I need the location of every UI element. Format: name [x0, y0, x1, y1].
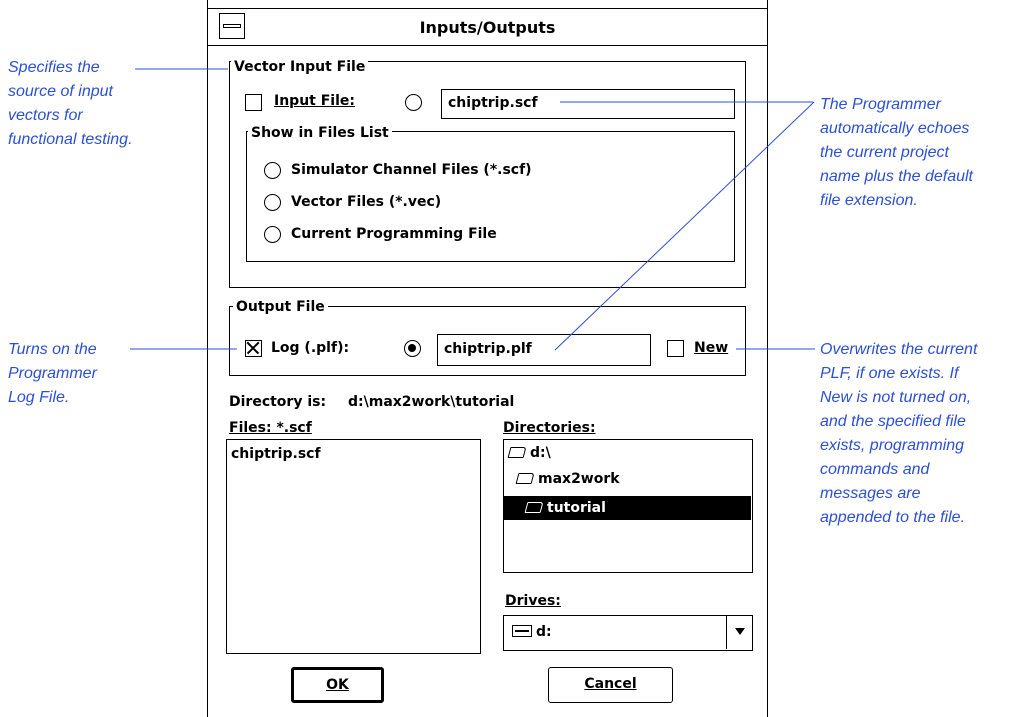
inputs-outputs-dialog: Inputs/Outputs Vector Input File Input F…	[207, 0, 768, 717]
directories-listbox[interactable]: d:\ max2work tutorial	[503, 439, 753, 573]
input-file-label: Input File:	[274, 93, 355, 109]
input-file-radio[interactable]	[405, 94, 422, 111]
show-in-files-label: Show in Files List	[248, 124, 392, 142]
dialog-title: Inputs/Outputs	[419, 18, 556, 37]
open-folder-icon	[507, 447, 527, 458]
drives-label: Drives:	[505, 593, 561, 609]
input-file-field[interactable]: chiptrip.scf	[441, 89, 735, 119]
directory-value: d:\max2work\tutorial	[348, 394, 515, 410]
option-vec-label: Vector Files (*.vec)	[291, 194, 442, 210]
option-programming-radio[interactable]	[264, 226, 281, 243]
option-scf-label: Simulator Channel Files (*.scf)	[291, 162, 532, 178]
directory-label: Directory is:	[229, 394, 327, 410]
log-label: Log (.plf):	[271, 340, 350, 356]
directory-item-root[interactable]: d:\	[507, 445, 551, 461]
log-file-field[interactable]: chiptrip.plf	[437, 334, 651, 366]
annotation-overwrite: Overwrites the current PLF, if one exist…	[820, 341, 978, 526]
log-checkbox[interactable]	[245, 340, 262, 357]
drive-icon	[512, 625, 532, 637]
directory-item-max2work[interactable]: max2work	[515, 471, 620, 487]
open-folder-icon	[515, 473, 535, 484]
option-programming-label: Current Programming File	[291, 226, 497, 242]
output-file-group-label: Output File	[233, 298, 328, 316]
open-folder-icon	[524, 502, 544, 513]
title-bar: Inputs/Outputs	[208, 8, 767, 46]
annotation-log-file: Turns on the Programmer Log File.	[8, 341, 97, 406]
ok-button[interactable]: OK	[291, 667, 384, 703]
files-label: Files: *.scf	[229, 420, 312, 436]
new-label: New	[694, 340, 729, 356]
input-file-checkbox[interactable]	[245, 94, 262, 111]
annotation-vector-source: Specifies the source of input vectors fo…	[8, 59, 133, 148]
cancel-button[interactable]: Cancel	[548, 667, 673, 703]
drives-select[interactable]: d:	[503, 615, 753, 651]
option-vec-radio[interactable]	[264, 194, 281, 211]
directory-item-tutorial[interactable]: tutorial	[504, 496, 751, 520]
option-scf-radio[interactable]	[264, 162, 281, 179]
vector-input-group-label: Vector Input File	[231, 58, 369, 76]
log-radio[interactable]	[404, 340, 421, 357]
arrow-down-icon	[734, 627, 745, 635]
directories-label: Directories:	[503, 420, 596, 436]
new-checkbox[interactable]	[667, 340, 684, 357]
files-listbox[interactable]: chiptrip.scf	[226, 439, 481, 654]
dropdown-arrow-button[interactable]	[726, 616, 752, 649]
file-item[interactable]: chiptrip.scf	[231, 446, 321, 462]
annotation-echo: The Programmer automatically echoes the …	[820, 96, 973, 209]
